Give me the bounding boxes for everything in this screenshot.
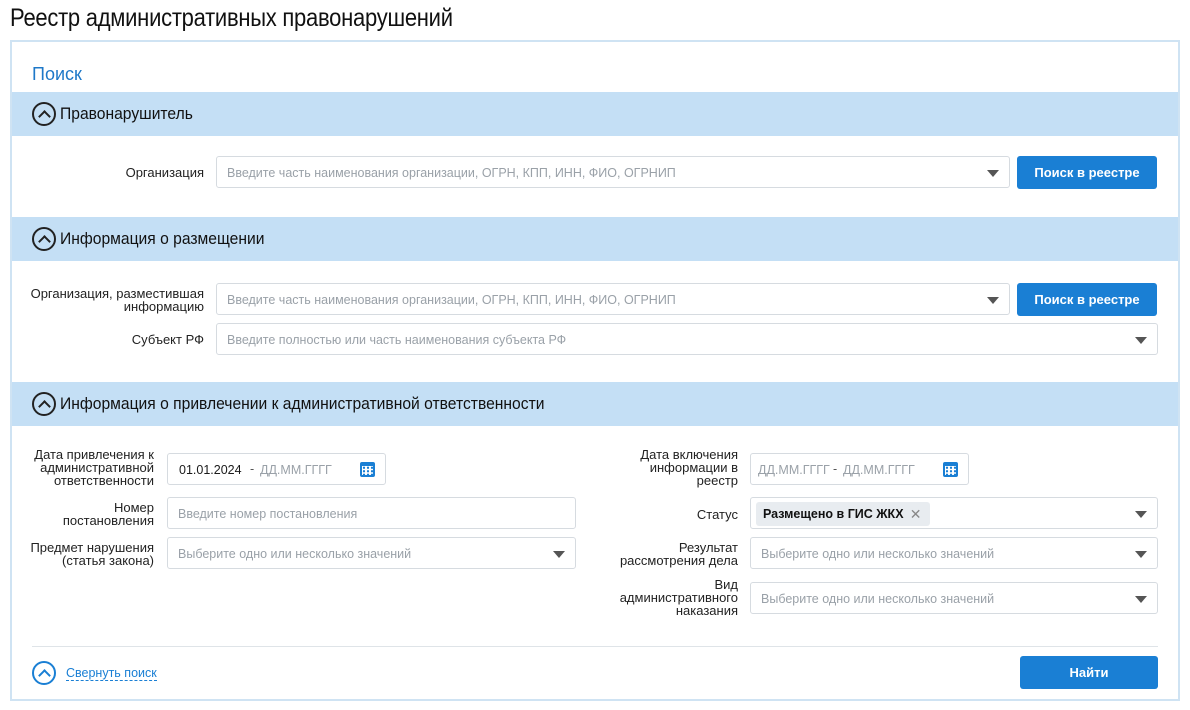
date-from-value[interactable]: 01.01.2024 [179, 463, 242, 477]
violation-subject-combobox[interactable]: Выберите одно или несколько значений [167, 537, 576, 569]
label-line: (статья закона) [62, 553, 154, 568]
decree-number-placeholder: Введите номер постановления [178, 507, 358, 521]
result-combobox[interactable]: Выберите одно или несколько значений [750, 537, 1158, 569]
dropdown-arrow-icon[interactable] [987, 297, 999, 304]
date-inclusion-range[interactable]: ДД.ММ.ГГГГ - ДД.ММ.ГГГГ [750, 453, 969, 485]
organization-combobox[interactable]: Введите часть наименования организации, … [216, 156, 1010, 188]
dropdown-arrow-icon[interactable] [1135, 337, 1147, 344]
subject-rf-combobox[interactable]: Введите полностью или часть наименования… [216, 323, 1158, 355]
dropdown-arrow-icon[interactable] [553, 551, 565, 558]
date-liability-range[interactable]: 01.01.2024 - ДД.ММ.ГГГГ [167, 453, 386, 485]
dropdown-arrow-icon[interactable] [1135, 596, 1147, 603]
violation-subject-placeholder: Выберите одно или несколько значений [178, 547, 412, 561]
organization-label: Организация [125, 165, 204, 180]
placing-organization-combobox[interactable]: Введите часть наименования организации, … [216, 283, 1010, 315]
registry-search-button-2[interactable]: Поиск в реестре [1017, 283, 1157, 316]
calendar-icon[interactable] [943, 462, 958, 477]
section-title-liability: Информация о привлечении к административ… [60, 394, 545, 413]
section-header-placement[interactable]: Информация о размещении [12, 217, 1178, 261]
date-liability-label: Дата привлечения к административной отве… [22, 448, 154, 487]
registry-search-button[interactable]: Поиск в реестре [1017, 156, 1157, 189]
organization-placeholder: Введите часть наименования организации, … [227, 166, 676, 180]
section-header-offender[interactable]: Правонарушитель [12, 92, 1178, 136]
dropdown-arrow-icon[interactable] [1135, 511, 1147, 518]
find-button[interactable]: Найти [1020, 656, 1158, 689]
status-tag-label: Размещено в ГИС ЖКХ [763, 507, 904, 521]
date-to-placeholder[interactable]: ДД.ММ.ГГГГ [260, 463, 332, 477]
section-header-liability[interactable]: Информация о привлечении к административ… [12, 382, 1178, 426]
punishment-combobox[interactable]: Выберите одно или несколько значений [750, 582, 1158, 614]
label-line: информацию [123, 299, 204, 314]
result-placeholder: Выберите одно или несколько значений [761, 547, 995, 561]
subject-rf-placeholder: Введите полностью или часть наименования… [227, 333, 567, 347]
decree-number-input[interactable]: Введите номер постановления [167, 497, 576, 529]
close-icon[interactable]: ✕ [910, 502, 922, 526]
label-line: реестр [696, 473, 738, 488]
date-separator: - [250, 462, 255, 476]
label-line: наказания [675, 603, 738, 618]
date-separator: - [833, 462, 838, 476]
decree-number-label: Номер постановления [22, 501, 154, 527]
subject-rf-label: Субъект РФ [131, 332, 204, 347]
label-line: постановления [62, 513, 154, 528]
date-inclusion-label: Дата включения информации в реестр [602, 448, 738, 487]
label-line: ответственности [53, 473, 154, 488]
section-title-offender: Правонарушитель [60, 104, 193, 123]
dropdown-arrow-icon[interactable] [1135, 551, 1147, 558]
chevron-up-icon[interactable] [32, 102, 56, 126]
dropdown-arrow-icon[interactable] [987, 170, 999, 177]
date-to-placeholder[interactable]: ДД.ММ.ГГГГ [843, 463, 915, 477]
date-from-placeholder[interactable]: ДД.ММ.ГГГГ [758, 463, 830, 477]
status-label: Статус [696, 507, 738, 522]
punishment-label: Вид административного наказания [602, 578, 738, 617]
chevron-up-icon[interactable] [32, 392, 56, 416]
chevron-up-icon[interactable] [32, 661, 56, 685]
search-panel-title: Поиск [32, 64, 82, 84]
divider [32, 646, 1158, 647]
result-label: Результат рассмотрения дела [602, 541, 738, 567]
placing-organization-placeholder: Введите часть наименования организации, … [227, 293, 676, 307]
page-title: Реестр административных правонарушений [10, 4, 453, 32]
collapse-search-link[interactable]: Свернуть поиск [66, 666, 157, 681]
placing-organization-label: Организация, разместившая информацию [22, 287, 204, 313]
calendar-icon[interactable] [360, 462, 375, 477]
chevron-up-icon[interactable] [32, 227, 56, 251]
label-line: рассмотрения дела [619, 553, 738, 568]
violation-subject-label: Предмет нарушения (статья закона) [22, 541, 154, 567]
punishment-placeholder: Выберите одно или несколько значений [761, 592, 995, 606]
section-title-placement: Информация о размещении [60, 229, 265, 248]
status-tag: Размещено в ГИС ЖКХ ✕ [756, 502, 930, 526]
search-panel: Поиск Правонарушитель Организация Введит… [10, 40, 1180, 701]
status-combobox[interactable]: Размещено в ГИС ЖКХ ✕ [750, 497, 1158, 529]
